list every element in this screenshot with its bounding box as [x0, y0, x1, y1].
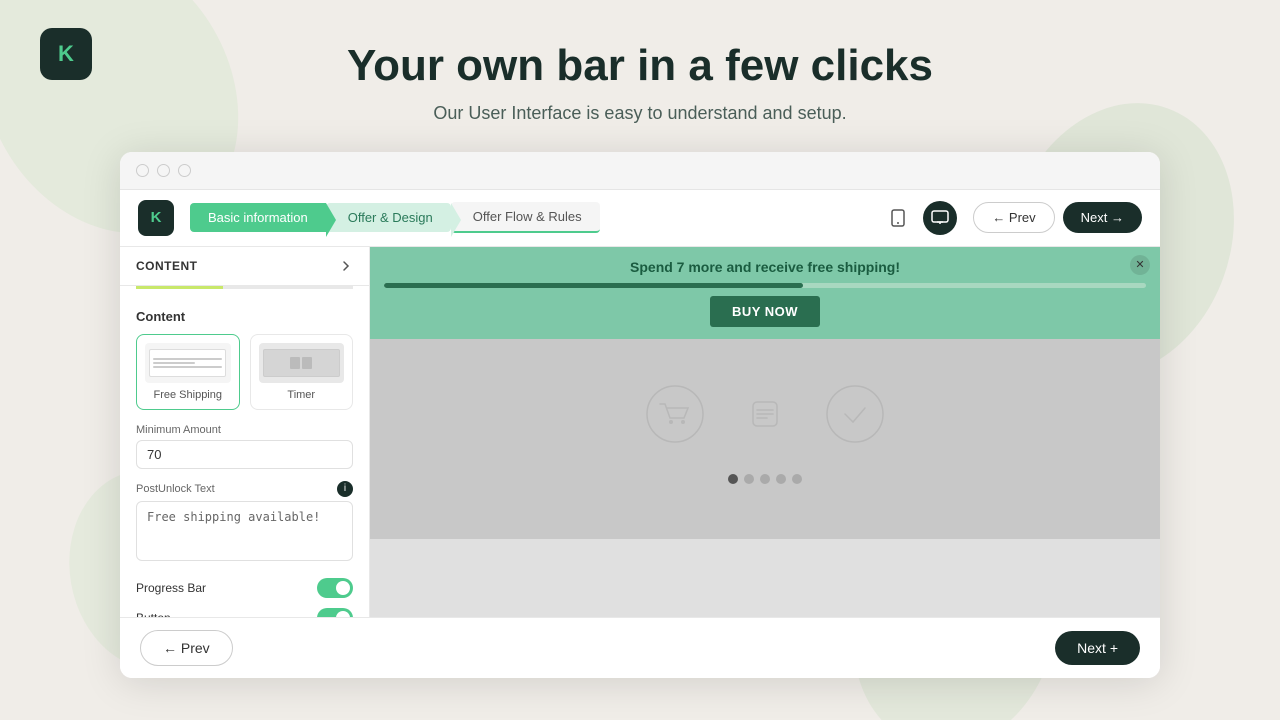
preview-line-3: [153, 366, 222, 368]
navbar-nav-buttons: ← Prev Next →: [973, 202, 1142, 233]
buy-now-button[interactable]: BUY NOW: [710, 296, 820, 327]
next-button-bottom[interactable]: Next +: [1055, 631, 1140, 665]
brand-letter: K: [58, 41, 74, 67]
post-unlock-group: PostUnlock Text i Free shipping availabl…: [136, 481, 353, 566]
step-offer-design[interactable]: Offer & Design: [326, 203, 451, 232]
post-unlock-label: PostUnlock Text i: [136, 481, 353, 497]
content-label: Content: [136, 309, 353, 324]
progress-bar-label: Progress Bar: [136, 581, 206, 595]
desktop-view-button[interactable]: [923, 201, 957, 235]
button-toggle-row: Button: [136, 608, 353, 617]
page-subtitle: Our User Interface is easy to understand…: [0, 103, 1280, 124]
cart-icon-middle: [735, 384, 795, 444]
preview-line-1: [153, 358, 222, 360]
desktop-icon: [931, 210, 949, 225]
preview-dot-3: [760, 474, 770, 484]
prev-button-top[interactable]: ← Prev: [973, 202, 1054, 233]
shop-content: [370, 339, 1160, 539]
sidebar: CONTENT Content: [120, 247, 370, 617]
app-logo: K: [138, 200, 174, 236]
window-dot-minimize: [157, 164, 170, 177]
preview-close-button[interactable]: ✕: [1130, 255, 1150, 275]
minimum-amount-group: Minimum Amount: [136, 424, 353, 469]
sidebar-header: CONTENT: [120, 247, 369, 286]
timer-preview: [259, 343, 345, 383]
window-chrome: [120, 152, 1160, 190]
mobile-icon: [891, 209, 905, 227]
page-header: Your own bar in a few clicks Our User In…: [0, 0, 1280, 124]
post-unlock-textarea[interactable]: Free shipping available!: [136, 501, 353, 561]
free-shipping-preview: [145, 343, 231, 383]
preview-bar-section: Spend 7 more and receive free shipping! …: [370, 247, 1160, 339]
info-icon[interactable]: i: [337, 481, 353, 497]
sidebar-header-title: CONTENT: [136, 259, 198, 273]
progress-bar-toggle-row: Progress Bar: [136, 578, 353, 598]
preview-line-2: [153, 362, 194, 364]
free-shipping-label: Free Shipping: [145, 389, 231, 401]
preview-bar-progress: [384, 283, 1146, 288]
prev-button-bottom[interactable]: ← Prev: [140, 630, 233, 666]
app-content: CONTENT Content: [120, 247, 1160, 617]
minimum-amount-label: Minimum Amount: [136, 424, 353, 436]
preview-action-row: BUY NOW: [370, 296, 1160, 339]
device-icons: [881, 201, 957, 235]
button-toggle[interactable]: [317, 608, 353, 617]
window-dot-close: [136, 164, 149, 177]
window-dot-maximize: [178, 164, 191, 177]
app-window: K Basic information Offer & Design Offer…: [120, 152, 1160, 678]
timer-label: Timer: [259, 389, 345, 401]
preview-bar-top: Spend 7 more and receive free shipping! …: [370, 247, 1160, 283]
bottom-nav: ← Prev Next +: [120, 617, 1160, 678]
page-title: Your own bar in a few clicks: [0, 40, 1280, 93]
content-cards: Free Shipping Timer: [136, 334, 353, 410]
preview-dot-4: [776, 474, 786, 484]
preview-dots: [728, 464, 802, 494]
app-logo-letter: K: [151, 209, 162, 226]
next-button-top[interactable]: Next →: [1063, 202, 1142, 233]
sidebar-progress-bar: [136, 286, 353, 289]
timer-card[interactable]: Timer: [250, 334, 354, 410]
timer-preview-inner: [263, 349, 340, 377]
step-offer-flow[interactable]: Offer Flow & Rules: [451, 202, 600, 233]
free-shipping-preview-inner: [149, 349, 226, 377]
cart-icon-right: [825, 384, 885, 444]
preview-bar-text: Spend 7 more and receive free shipping!: [630, 259, 900, 275]
cart-illustration: [645, 384, 885, 444]
preview-dot-1: [728, 474, 738, 484]
button-label: Button: [136, 611, 171, 617]
content-section: Content Free Shipping: [120, 301, 369, 617]
preview-bar-progress-fill: [384, 283, 803, 288]
minimum-amount-input[interactable]: [136, 440, 353, 469]
sidebar-progress-fill: [136, 286, 223, 289]
brand-logo: K: [40, 28, 92, 80]
app-navbar: K Basic information Offer & Design Offer…: [120, 190, 1160, 247]
preview-area: Spend 7 more and receive free shipping! …: [370, 247, 1160, 617]
preview-dot-5: [792, 474, 802, 484]
arrow-right-icon: [339, 259, 353, 273]
mobile-view-button[interactable]: [881, 201, 915, 235]
steps-nav: Basic information Offer & Design Offer F…: [190, 202, 881, 233]
progress-bar-toggle[interactable]: [317, 578, 353, 598]
step-basic-information[interactable]: Basic information: [190, 203, 326, 232]
step-3-label: Offer Flow & Rules: [473, 209, 582, 224]
free-shipping-card[interactable]: Free Shipping: [136, 334, 240, 410]
cart-icon-left: [645, 384, 705, 444]
step-2-label: Offer & Design: [348, 210, 433, 225]
preview-dot-2: [744, 474, 754, 484]
step-1-label: Basic information: [208, 210, 308, 225]
